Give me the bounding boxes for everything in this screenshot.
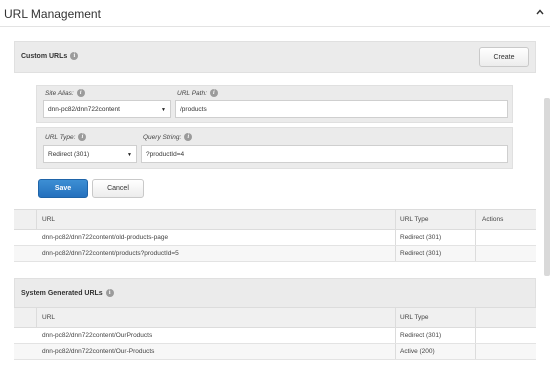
system-urls-header: System Generated URLs <box>14 278 536 310</box>
url-cell: dnn-pc82/dnn722content/OurProducts <box>42 332 153 339</box>
url-type-cell: Redirect (301) <box>400 332 442 339</box>
system-urls-table: URL URL Type dnn-pc82/dnn722content/OurP… <box>14 307 536 360</box>
cancel-button[interactable]: Cancel <box>92 179 144 198</box>
dropdown-caret-icon: ▼ <box>161 107 166 113</box>
info-icon[interactable] <box>184 133 193 141</box>
site-alias-label: Site Alias: <box>45 89 74 97</box>
info-icon[interactable] <box>70 52 79 60</box>
column-header-actions: Actions <box>482 216 504 223</box>
url-cell: dnn-pc82/dnn722content/products?productI… <box>42 250 179 257</box>
info-icon[interactable] <box>78 133 87 141</box>
url-type-label: URL Type: <box>45 133 76 141</box>
url-cell: dnn-pc82/dnn722content/Our-Products <box>42 348 155 355</box>
table-row[interactable]: dnn-pc82/dnn722content/OurProducts Redir… <box>14 328 536 344</box>
alias-path-box: Site Alias: dnn-pc82/dnn722content ▼ URL… <box>36 85 513 123</box>
site-alias-value: dnn-pc82/dnn722content <box>48 105 120 113</box>
url-type-cell: Active (200) <box>400 348 435 355</box>
query-string-label: Query String: <box>143 133 182 141</box>
custom-urls-table: URL URL Type Actions dnn-pc82/dnn722cont… <box>14 209 536 262</box>
url-cell: dnn-pc82/dnn722content/old-products-page <box>42 234 169 241</box>
query-string-value: ?productId=4 <box>146 150 185 158</box>
url-path-label: URL Path: <box>177 89 207 97</box>
custom-urls-panel: Custom URLs Create <box>14 41 536 73</box>
table-row[interactable]: dnn-pc82/dnn722content/Our-Products Acti… <box>14 344 536 360</box>
query-string-input[interactable]: ?productId=4 <box>141 145 508 163</box>
type-query-box: URL Type: Redirect (301) ▼ Query String:… <box>36 127 513 169</box>
page-header: URL Management <box>0 0 550 27</box>
url-path-input[interactable]: /products <box>175 100 508 118</box>
column-header-url[interactable]: URL <box>42 210 55 229</box>
create-button[interactable]: Create <box>479 47 529 67</box>
table-row[interactable]: dnn-pc82/dnn722content/old-products-page… <box>14 230 536 246</box>
custom-urls-header: Custom URLs Create <box>14 41 536 73</box>
custom-urls-title: Custom URLs <box>21 52 68 60</box>
info-icon[interactable] <box>76 89 85 97</box>
info-icon[interactable] <box>105 289 114 297</box>
url-type-cell: Redirect (301) <box>400 250 442 257</box>
table-header-row: URL URL Type <box>14 307 536 328</box>
column-header-url[interactable]: URL <box>42 308 55 327</box>
page-title: URL Management <box>4 7 101 21</box>
system-urls-title: System Generated URLs <box>21 289 103 297</box>
site-alias-select[interactable]: dnn-pc82/dnn722content ▼ <box>43 100 171 118</box>
vertical-scrollbar[interactable] <box>544 98 550 276</box>
dropdown-caret-icon: ▼ <box>127 152 132 158</box>
column-header-url-type[interactable]: URL Type <box>400 210 429 229</box>
url-type-value: Redirect (301) <box>48 150 90 158</box>
url-path-value: /products <box>180 105 207 113</box>
url-type-select[interactable]: Redirect (301) ▼ <box>43 145 137 163</box>
collapse-icon[interactable] <box>534 6 546 18</box>
table-row[interactable]: dnn-pc82/dnn722content/products?productI… <box>14 246 536 262</box>
table-header-row: URL URL Type Actions <box>14 209 536 230</box>
save-button[interactable]: Save <box>38 179 88 198</box>
column-header-url-type[interactable]: URL Type <box>400 308 429 327</box>
system-urls-panel: System Generated URLs <box>14 278 536 310</box>
url-type-cell: Redirect (301) <box>400 234 442 241</box>
info-icon[interactable] <box>209 89 218 97</box>
